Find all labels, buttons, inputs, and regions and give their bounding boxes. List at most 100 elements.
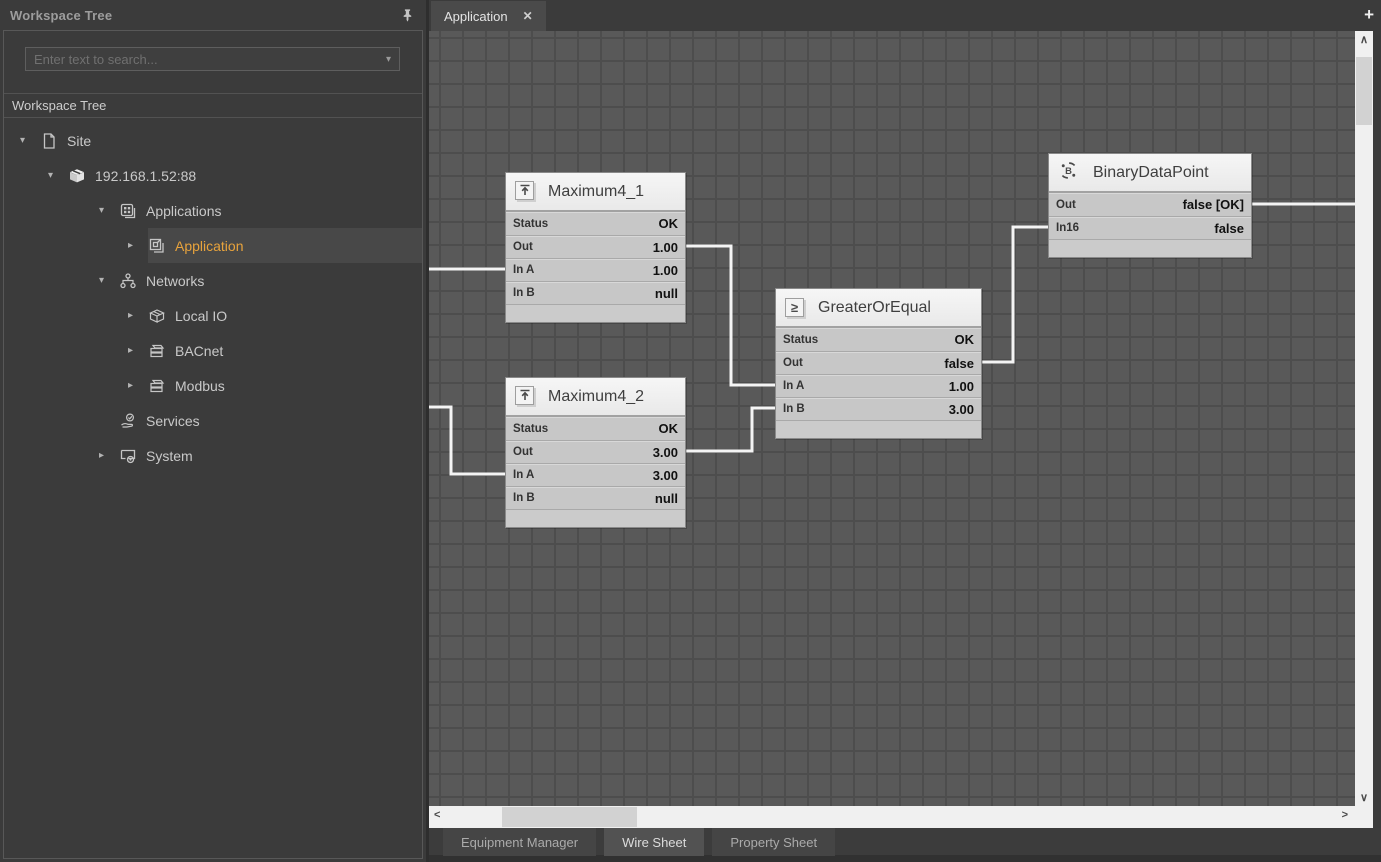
block-property-row[interactable]: Status OK <box>776 328 981 351</box>
panel-titlebar: Workspace Tree <box>0 0 426 30</box>
scroll-down-icon[interactable]: ∨ <box>1355 791 1373 804</box>
block-header[interactable]: Maximum4_2 <box>506 378 685 417</box>
applications-icon <box>119 202 137 220</box>
search-box[interactable]: ▾ <box>25 47 400 71</box>
tree-item[interactable]: ▸ Application <box>4 228 422 263</box>
block-footer <box>506 509 685 527</box>
tab-application[interactable]: Application ✕ <box>431 1 546 31</box>
wire[interactable] <box>686 246 775 385</box>
block-property-row[interactable]: Status OK <box>506 417 685 440</box>
property-value: 1.00 <box>653 263 678 278</box>
block-property-row[interactable]: In A 1.00 <box>506 258 685 281</box>
block-property-row[interactable]: Status OK <box>506 212 685 235</box>
tree-item[interactable]: ▾ Applications <box>4 193 422 228</box>
hscroll-row: < > <box>429 806 1381 828</box>
block-header[interactable]: Maximum4_1 <box>506 173 685 212</box>
horizontal-scrollbar[interactable]: < > <box>429 806 1355 828</box>
wire-sheet-canvas[interactable]: Maximum4_1 Status OK Out 1.00 In A 1.00 … <box>429 31 1355 806</box>
block-property-row[interactable]: In16 false <box>1049 216 1251 239</box>
block-header[interactable]: ≥ GreaterOrEqual <box>776 289 981 328</box>
pin-icon[interactable] <box>398 6 416 24</box>
property-name: In A <box>513 264 534 276</box>
view-tab-property-sheet[interactable]: Property Sheet <box>712 828 835 856</box>
block-property-row[interactable]: In A 1.00 <box>776 374 981 397</box>
tree-item-label: Local IO <box>175 308 227 324</box>
block-property-row[interactable]: Out false <box>776 351 981 374</box>
property-value: OK <box>659 216 679 231</box>
scroll-left-icon[interactable]: < <box>434 809 440 821</box>
tree-item[interactable]: Services <box>4 403 422 438</box>
tree-item[interactable]: ▾ Site <box>4 123 422 158</box>
function-block[interactable]: ≥ GreaterOrEqual Status OK Out false In … <box>775 288 982 439</box>
tree-item-label: Site <box>67 133 91 149</box>
block-title: Maximum4_2 <box>548 388 644 406</box>
bacnet-icon <box>148 342 166 360</box>
workspace-tree-panel: Workspace Tree ▾ Workspace Tree ▾ Site ▾… <box>0 0 426 862</box>
function-block[interactable]: Maximum4_2 Status OK Out 3.00 In A 3.00 … <box>505 377 686 528</box>
property-name: Status <box>513 423 548 435</box>
tree-item-label: Applications <box>146 203 222 219</box>
tree-expand-arrow-icon[interactable]: ▸ <box>97 450 119 461</box>
tab-label: Application <box>444 9 508 24</box>
block-rows: Status OK Out false In A 1.00 In B 3.00 <box>776 328 981 420</box>
tree-expand-arrow-icon[interactable]: ▸ <box>126 345 148 356</box>
tree-item[interactable]: ▸ System <box>4 438 422 473</box>
property-value: false [OK] <box>1183 197 1244 212</box>
scroll-right-icon[interactable]: > <box>1342 809 1348 821</box>
binary-data-point-icon: B <box>1058 160 1079 186</box>
block-property-row[interactable]: Out false [OK] <box>1049 193 1251 216</box>
block-header[interactable]: B BinaryDataPoint <box>1049 154 1251 193</box>
tree-expand-arrow-icon[interactable]: ▾ <box>46 170 68 181</box>
wire[interactable] <box>982 227 1048 362</box>
tree-item-label: Networks <box>146 273 204 289</box>
search-input[interactable] <box>34 52 380 67</box>
tree-item-label: Application <box>175 238 244 254</box>
property-name: In B <box>513 492 535 504</box>
block-title: Maximum4_1 <box>548 183 644 201</box>
wire[interactable] <box>686 408 775 451</box>
tree-expand-arrow-icon[interactable]: ▾ <box>18 135 40 146</box>
property-value: false <box>944 356 974 371</box>
tree-item-label: 192.168.1.52:88 <box>95 168 196 184</box>
system-icon <box>119 447 137 465</box>
vertical-scrollbar-thumb[interactable] <box>1356 57 1372 125</box>
block-rows: Out false [OK] In16 false <box>1049 193 1251 239</box>
scroll-up-icon[interactable]: ∧ <box>1355 33 1373 46</box>
property-name: Out <box>513 446 533 458</box>
tree-expand-arrow-icon[interactable]: ▸ <box>126 310 148 321</box>
view-tab-equipment-manager[interactable]: Equipment Manager <box>443 828 596 856</box>
property-value: 3.00 <box>653 468 678 483</box>
tree-expand-arrow-icon[interactable]: ▸ <box>126 380 148 391</box>
property-value: 3.00 <box>949 402 974 417</box>
property-name: Status <box>783 334 818 346</box>
property-name: In B <box>783 403 805 415</box>
function-block[interactable]: Maximum4_1 Status OK Out 1.00 In A 1.00 … <box>505 172 686 323</box>
tree-item[interactable]: ▾ Networks <box>4 263 422 298</box>
property-name: Out <box>783 357 803 369</box>
tree-expand-arrow-icon[interactable]: ▾ <box>97 275 119 286</box>
property-value: null <box>655 286 678 301</box>
vertical-scrollbar[interactable]: ∧ ∨ <box>1355 31 1373 806</box>
tree-item[interactable]: ▸ Local IO <box>4 298 422 333</box>
tree-item[interactable]: ▸ BACnet <box>4 333 422 368</box>
function-block[interactable]: B BinaryDataPoint Out false [OK] In16 fa… <box>1048 153 1252 258</box>
block-property-row[interactable]: Out 3.00 <box>506 440 685 463</box>
block-property-row[interactable]: In A 3.00 <box>506 463 685 486</box>
add-tab-button[interactable]: + <box>1364 5 1374 25</box>
tree-expand-arrow-icon[interactable]: ▾ <box>97 205 119 216</box>
horizontal-scrollbar-thumb[interactable] <box>502 807 637 827</box>
tree-item[interactable]: ▾ 192.168.1.52:88 <box>4 158 422 193</box>
dropdown-arrow-icon[interactable]: ▾ <box>380 54 391 65</box>
editor-area: Application ✕ + Maximum4_1 Status OK Out… <box>429 0 1381 862</box>
block-property-row[interactable]: Out 1.00 <box>506 235 685 258</box>
block-property-row[interactable]: In B null <box>506 486 685 509</box>
tree-item[interactable]: ▸ Modbus <box>4 368 422 403</box>
tree-expand-arrow-icon[interactable]: ▸ <box>126 240 148 251</box>
view-tab-wire-sheet[interactable]: Wire Sheet <box>604 828 704 856</box>
property-value: 3.00 <box>653 445 678 460</box>
block-property-row[interactable]: In B null <box>506 281 685 304</box>
close-icon[interactable]: ✕ <box>523 9 533 23</box>
block-property-row[interactable]: In B 3.00 <box>776 397 981 420</box>
wire[interactable] <box>429 407 505 474</box>
controller-icon <box>68 167 86 185</box>
